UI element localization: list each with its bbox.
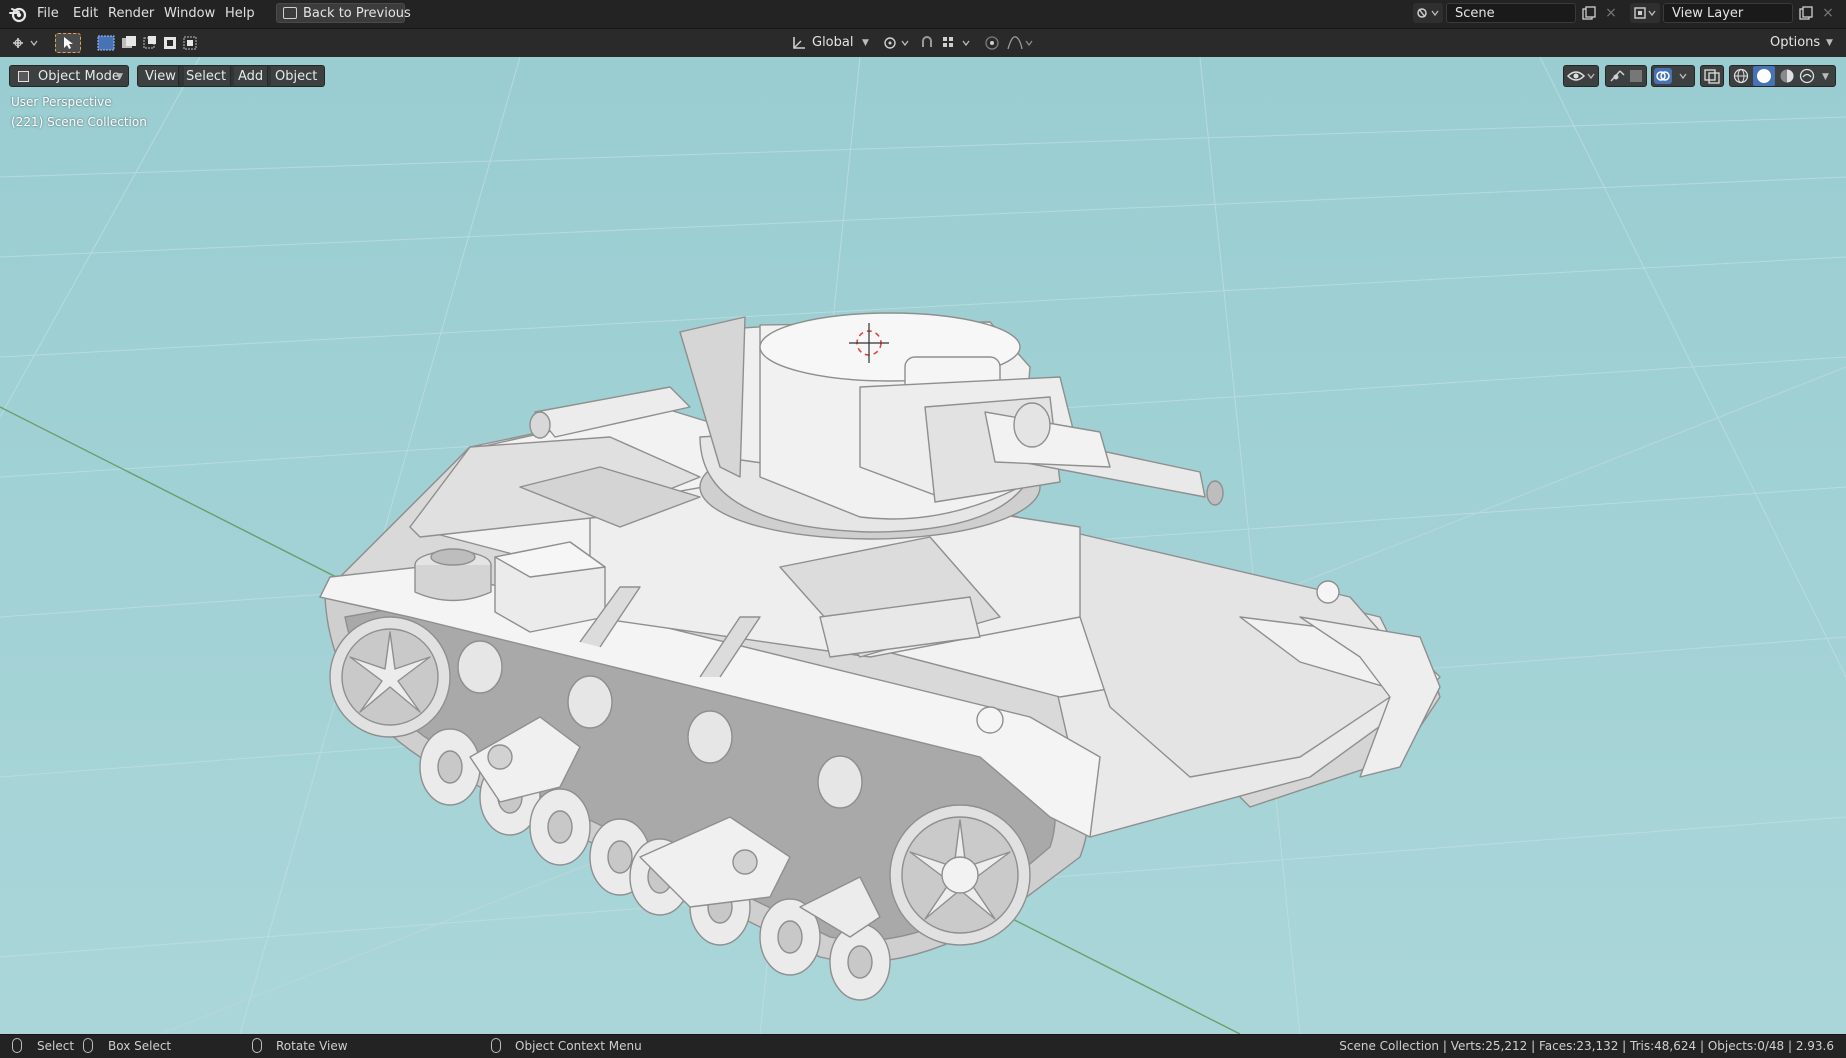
mouse-middle-drag-icon: [252, 1038, 262, 1053]
menu-window[interactable]: Window: [164, 5, 215, 23]
new-view-layer-icon[interactable]: [1795, 3, 1817, 23]
options-chevron-icon: ▼: [1826, 38, 1833, 48]
pivot-icon[interactable]: [880, 33, 914, 53]
view-perspective-label: User Perspective: [11, 95, 112, 109]
3d-viewport[interactable]: Object Mode ▼ View Select Add Object ▼ U…: [0, 57, 1846, 1034]
menu-render[interactable]: Render: [108, 5, 154, 23]
snap-icon[interactable]: [918, 33, 976, 53]
status-rotate-view: Rotate View: [276, 1039, 348, 1053]
view-menu-button[interactable]: View: [137, 65, 184, 87]
options-dropdown[interactable]: Options ▼: [1770, 33, 1840, 53]
status-object-context-menu: Object Context Menu: [515, 1039, 642, 1053]
view-layer-text: View Layer: [1672, 6, 1744, 21]
view-layer-field[interactable]: View Layer: [1663, 3, 1793, 23]
status-select: Select: [37, 1039, 75, 1053]
active-collection-label: (221) Scene Collection: [11, 115, 147, 129]
new-scene-icon[interactable]: [1578, 3, 1600, 23]
visibility-icon[interactable]: [1563, 65, 1599, 87]
options-label: Options: [1770, 35, 1821, 50]
object-mode-icon: [18, 71, 29, 82]
close-icon[interactable]: ×: [1600, 3, 1622, 23]
shading-chevron-icon[interactable]: ▼: [1822, 66, 1829, 88]
scene-statistics: Scene Collection | Verts:25,212 | Faces:…: [1339, 1039, 1834, 1053]
object-mode-label: Object Mode: [38, 69, 120, 84]
back-icon: [283, 7, 297, 19]
header-toolbar: Global ▼ Options ▼: [0, 29, 1846, 57]
mouse-left-icon: [12, 1038, 22, 1053]
viewport-scene[interactable]: [0, 57, 1846, 1034]
select-menu-button[interactable]: Select: [178, 65, 235, 87]
scene-name-text: Scene: [1455, 6, 1495, 21]
select-cursor-icon[interactable]: [55, 33, 81, 53]
rendered-shading-icon[interactable]: [1799, 68, 1815, 84]
solid-shading-icon[interactable]: [1753, 66, 1775, 86]
menu-help[interactable]: Help: [225, 5, 255, 23]
mouse-right-icon: [491, 1038, 501, 1053]
proportional-edit-icon[interactable]: [980, 33, 1040, 53]
menu-edit[interactable]: Edit: [73, 5, 98, 23]
overlay-icon[interactable]: [1651, 65, 1695, 87]
status-bar: Select Box Select Rotate View Object Con…: [0, 1034, 1846, 1058]
scene-icon[interactable]: [1413, 3, 1443, 23]
shading-mode-group: ▼: [1729, 65, 1836, 87]
transform-orientation-value: Global: [812, 35, 854, 50]
add-menu-button[interactable]: Add: [230, 65, 272, 87]
scene-name-field[interactable]: Scene: [1446, 3, 1576, 23]
orientation-icon[interactable]: [788, 33, 810, 53]
top-menu-bar: File Edit Render Window Help Back to Pre…: [0, 0, 1846, 29]
wireframe-shading-icon[interactable]: [1733, 68, 1749, 84]
select-box-icon[interactable]: [94, 33, 202, 53]
view-layer-icon[interactable]: [1630, 3, 1660, 23]
back-to-previous-label: Back to Previous: [303, 6, 411, 21]
object-mode-dropdown[interactable]: Object Mode ▼: [9, 65, 129, 87]
back-to-previous-button[interactable]: Back to Previous: [276, 3, 411, 23]
chevron-down-icon: ▼: [862, 38, 869, 48]
close-view-layer-icon[interactable]: ×: [1817, 3, 1839, 23]
material-shading-icon[interactable]: [1779, 68, 1795, 84]
editor-type-icon[interactable]: [8, 33, 42, 53]
menu-file[interactable]: File: [37, 5, 59, 23]
mode-chevron-icon: ▼: [116, 72, 123, 82]
object-menu-button[interactable]: Object: [267, 65, 326, 87]
xray-icon[interactable]: [1700, 65, 1724, 87]
gizmo-icon[interactable]: [1605, 65, 1647, 87]
mouse-middle-icon: [83, 1038, 93, 1053]
status-box-select: Box Select: [108, 1039, 172, 1053]
transform-orientation-dropdown[interactable]: Global ▼: [812, 33, 872, 53]
blender-logo-icon[interactable]: [8, 4, 28, 24]
